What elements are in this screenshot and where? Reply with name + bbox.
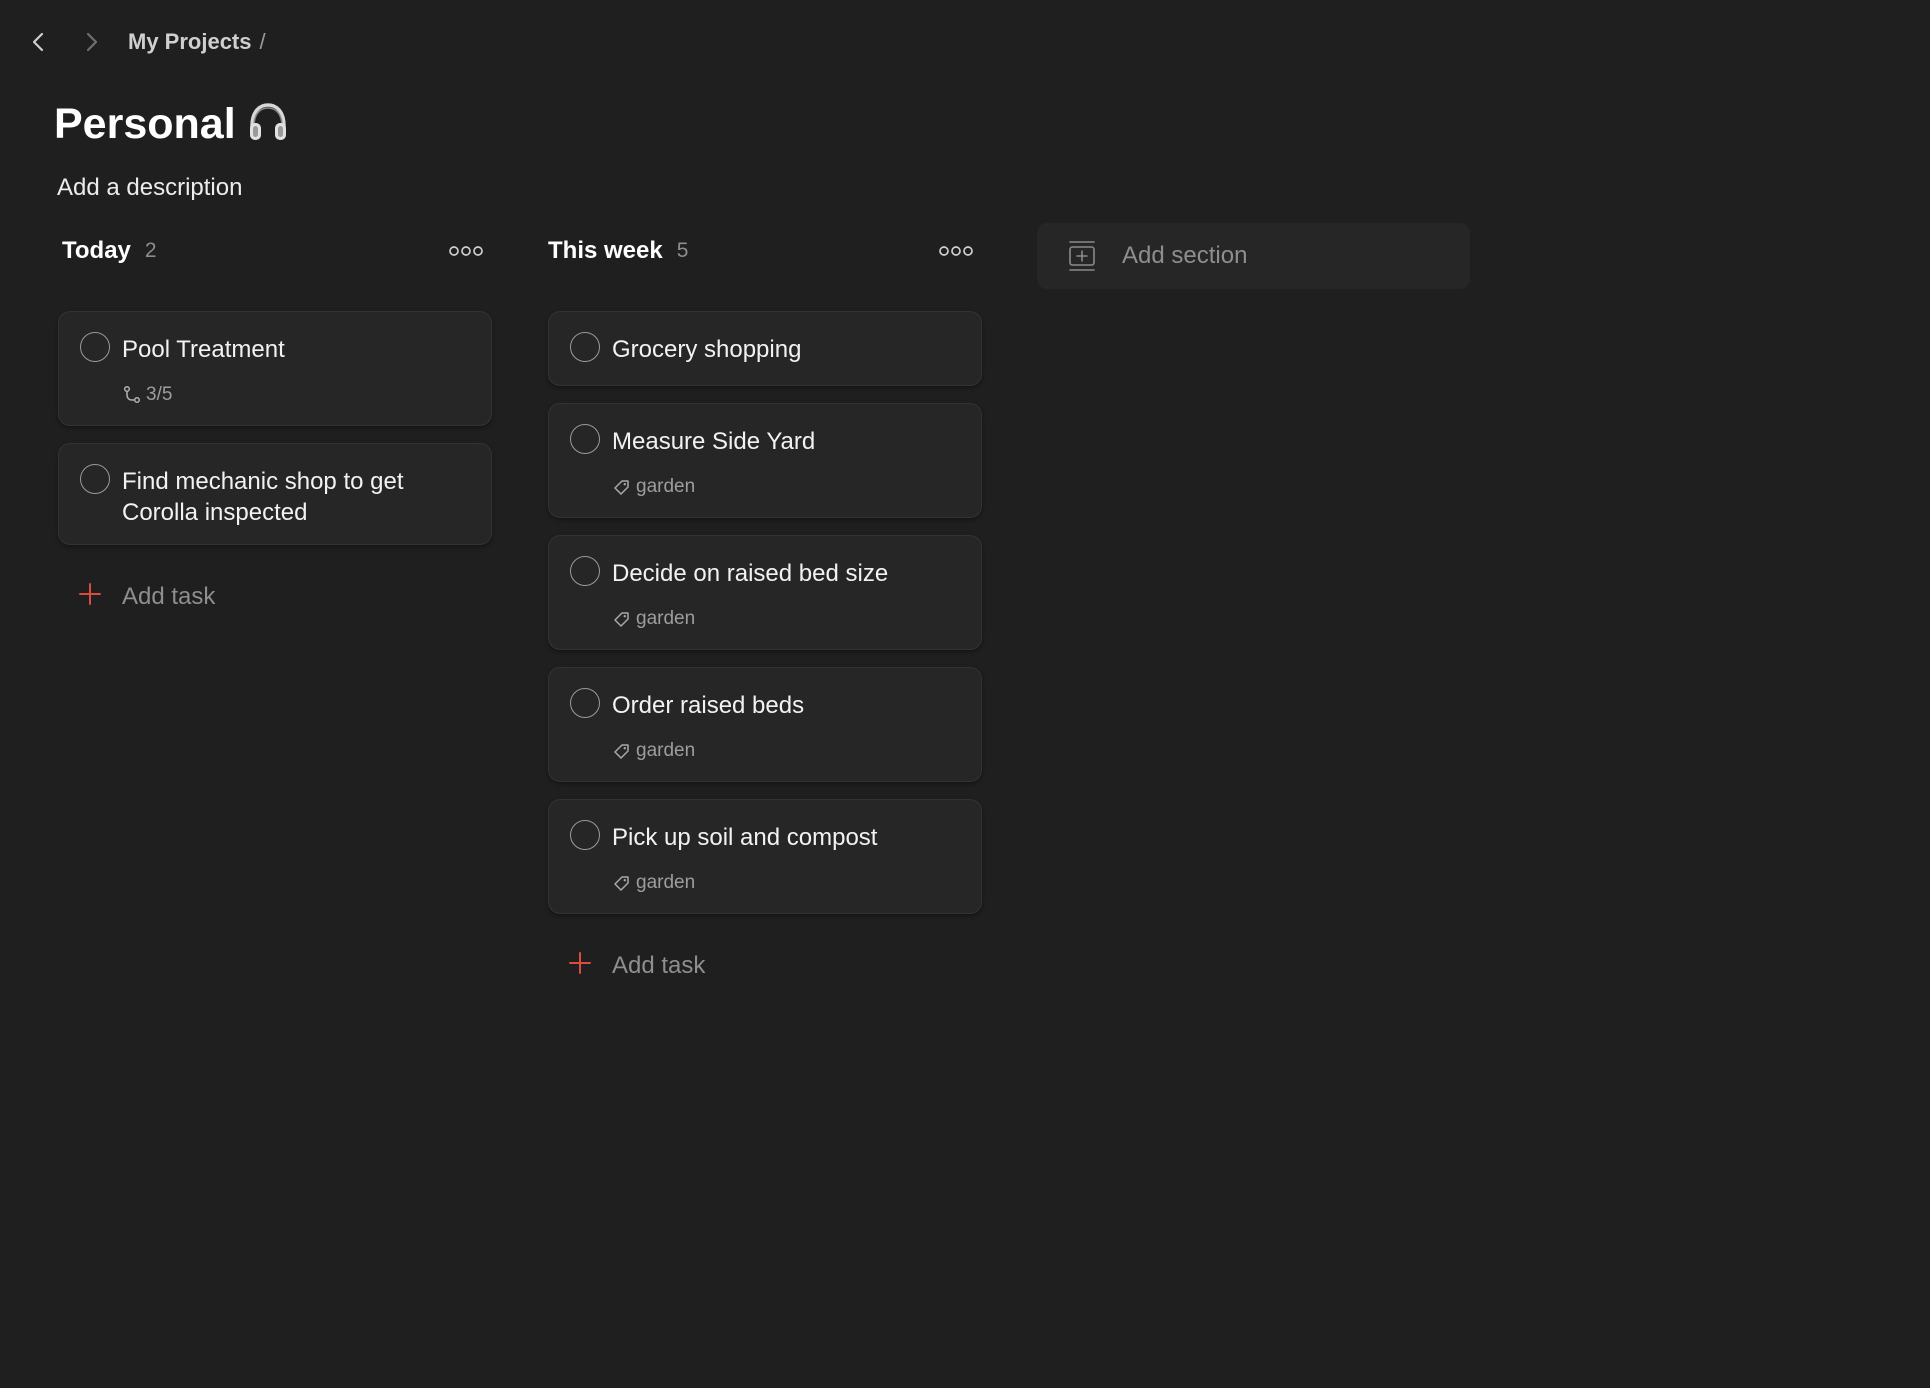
- plus-icon: [568, 951, 592, 980]
- tag-icon: [614, 876, 629, 891]
- task-title[interactable]: Order raised beds: [612, 690, 957, 721]
- task-card[interactable]: Order raised beds garden: [548, 667, 982, 782]
- forward-button[interactable]: [76, 24, 106, 60]
- task-checkbox[interactable]: [570, 688, 600, 718]
- label-name: garden: [636, 608, 696, 629]
- headphones-icon: [246, 100, 290, 149]
- task-card[interactable]: Find mechanic shop to get Corolla inspec…: [58, 443, 492, 545]
- chevron-left-icon: [32, 32, 44, 52]
- task-checkbox[interactable]: [570, 556, 600, 586]
- section-header: This week 5: [548, 224, 982, 278]
- project-header: Personal: [54, 100, 290, 149]
- section-header: Today 2: [58, 224, 492, 278]
- tag-icon: [614, 744, 629, 759]
- subtask-icon: [123, 385, 141, 404]
- task-card[interactable]: Measure Side Yard garden: [548, 403, 982, 518]
- subtask-progress: 3/5: [122, 384, 172, 406]
- project-description[interactable]: Add a description: [57, 174, 242, 202]
- task-checkbox[interactable]: [570, 424, 600, 454]
- task-title[interactable]: Grocery shopping: [612, 334, 957, 365]
- top-navigation: My Projects /: [24, 24, 266, 60]
- breadcrumb-separator: /: [259, 29, 266, 54]
- task-label[interactable]: garden: [612, 476, 695, 498]
- task-label[interactable]: garden: [612, 740, 695, 762]
- task-checkbox[interactable]: [570, 332, 600, 362]
- page-title[interactable]: Personal: [54, 100, 236, 149]
- section-title[interactable]: Today: [62, 237, 131, 265]
- add-section-label: Add section: [1122, 242, 1248, 269]
- section-more-button[interactable]: [934, 235, 978, 267]
- task-title[interactable]: Measure Side Yard: [612, 426, 957, 457]
- section-this-week: This week 5 Grocery shopping Measure Sid…: [548, 224, 982, 979]
- tag-icon: [614, 612, 629, 627]
- plus-icon: [78, 582, 102, 611]
- project-board-page: My Projects / Personal Add a description…: [0, 0, 1930, 1388]
- task-label[interactable]: garden: [612, 872, 695, 894]
- task-card[interactable]: Pick up soil and compost garden: [548, 799, 982, 914]
- add-task-button[interactable]: Add task: [78, 582, 215, 611]
- back-button[interactable]: [24, 24, 54, 60]
- task-checkbox[interactable]: [570, 820, 600, 850]
- task-card[interactable]: Grocery shopping: [548, 311, 982, 386]
- add-section-button[interactable]: Add section: [1037, 223, 1470, 289]
- chevron-right-icon: [86, 32, 98, 52]
- section-count: 5: [676, 239, 689, 262]
- task-card[interactable]: Decide on raised bed size garden: [548, 535, 982, 650]
- breadcrumb: My Projects /: [128, 29, 266, 55]
- task-title[interactable]: Pick up soil and compost: [612, 822, 957, 853]
- task-title[interactable]: Find mechanic shop to get Corolla inspec…: [122, 466, 467, 528]
- tag-icon: [614, 480, 629, 495]
- task-title[interactable]: Pool Treatment: [122, 334, 467, 365]
- task-checkbox[interactable]: [80, 332, 110, 362]
- section-more-button[interactable]: [444, 235, 488, 267]
- task-checkbox[interactable]: [80, 464, 110, 494]
- add-task-label: Add task: [122, 582, 216, 610]
- subtask-count: 3/5: [146, 384, 173, 405]
- label-name: garden: [636, 872, 696, 893]
- more-horizontal-icon: [449, 246, 483, 256]
- section-title[interactable]: This week: [548, 237, 663, 265]
- add-task-button[interactable]: Add task: [568, 951, 705, 980]
- section-today: Today 2 Pool Treatment 3/5 Find mechanic…: [58, 224, 492, 610]
- task-label[interactable]: garden: [612, 608, 695, 630]
- add-section-icon: [1069, 241, 1095, 271]
- task-card[interactable]: Pool Treatment 3/5: [58, 311, 492, 426]
- label-name: garden: [636, 740, 696, 761]
- section-count: 2: [144, 239, 157, 262]
- task-title[interactable]: Decide on raised bed size: [612, 558, 957, 589]
- add-task-label: Add task: [612, 951, 706, 979]
- more-horizontal-icon: [939, 246, 973, 256]
- breadcrumb-my-projects[interactable]: My Projects: [128, 29, 252, 55]
- label-name: garden: [636, 476, 696, 497]
